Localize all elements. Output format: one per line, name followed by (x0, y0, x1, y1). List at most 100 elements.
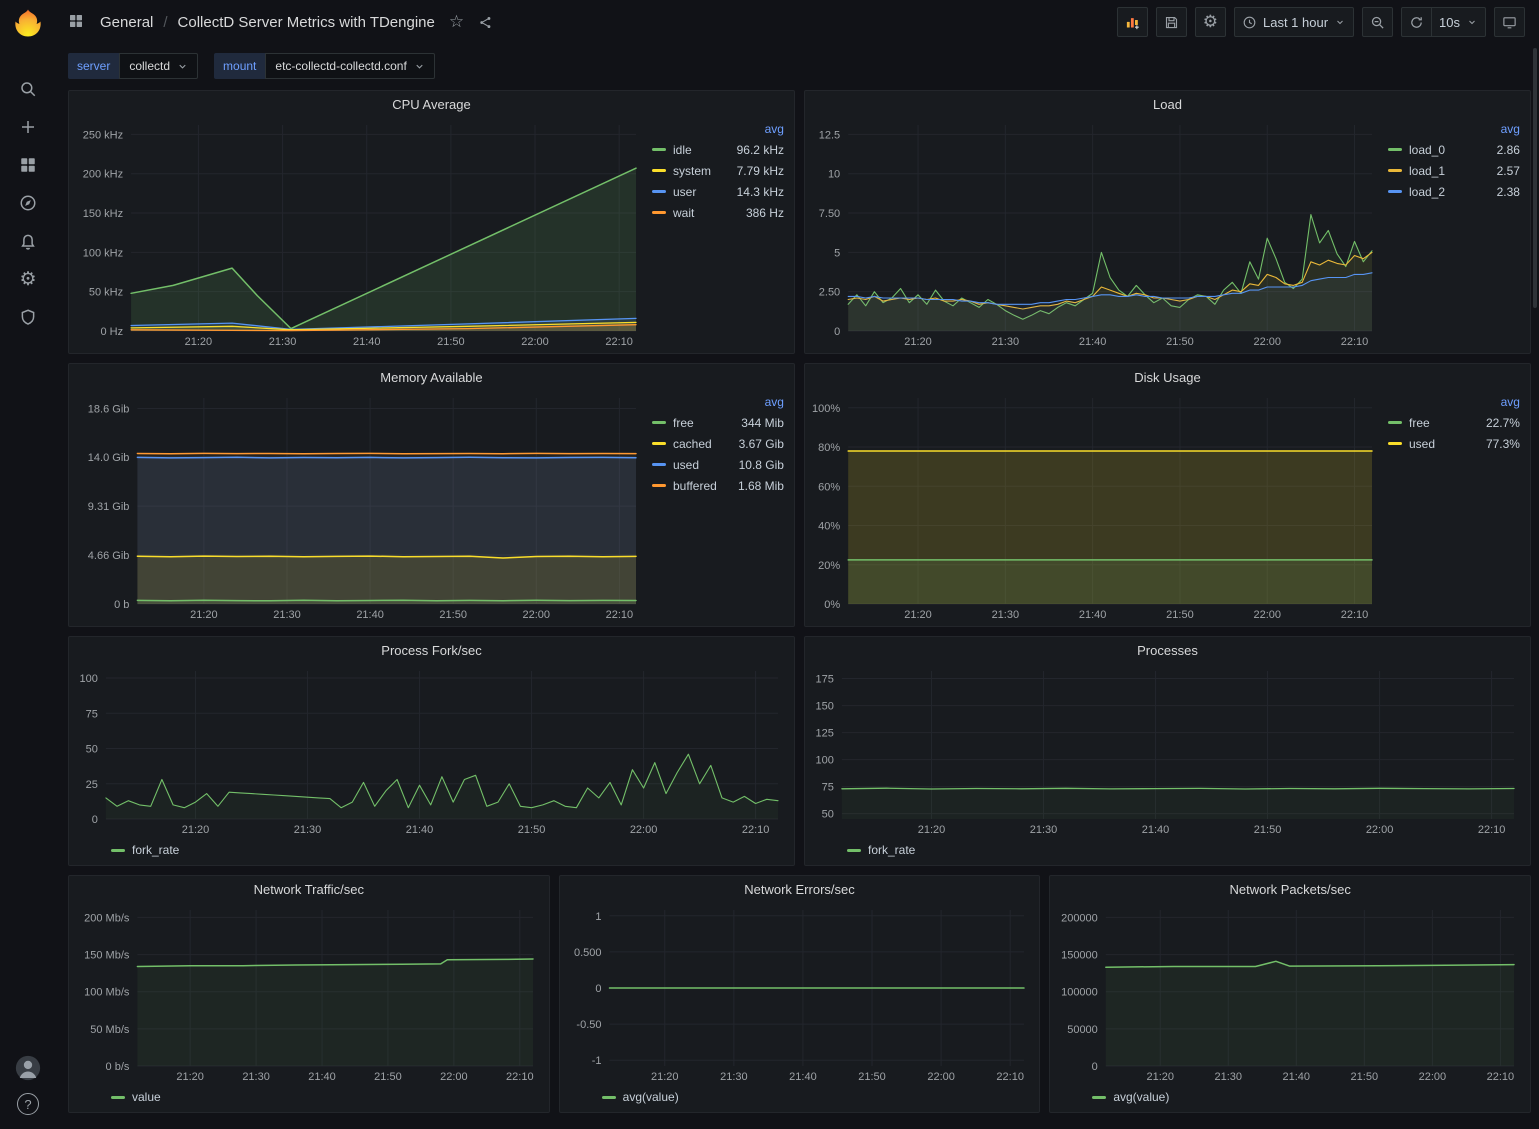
legend-avg-header[interactable]: avg (652, 392, 784, 412)
legend-item-wait[interactable]: wait386 Hz (652, 202, 784, 223)
svg-text:21:40: 21:40 (406, 824, 434, 836)
panel-title[interactable]: Disk Usage (805, 364, 1530, 390)
svg-text:21:20: 21:20 (918, 824, 946, 836)
scrollbar[interactable] (1533, 48, 1537, 308)
time-range-picker[interactable]: Last 1 hour (1234, 7, 1354, 37)
legend-item-avg(value)[interactable]: avg(value) (1092, 1088, 1169, 1106)
variable-value: collectd (129, 59, 170, 73)
legend-avg-header[interactable]: avg (1388, 392, 1520, 412)
svg-text:100: 100 (80, 673, 98, 685)
series-avg-value: 7.79 kHz (737, 164, 784, 178)
explore-compass-icon[interactable] (6, 187, 50, 219)
panel-title[interactable]: Memory Available (69, 364, 794, 390)
variable-mount: mount etc-collectd-collectd.conf (214, 53, 435, 79)
series-color-dash (1092, 1096, 1106, 1099)
refresh-interval-dropdown[interactable]: 10s (1432, 7, 1486, 37)
help-icon[interactable]: ? (17, 1093, 39, 1115)
panel-title[interactable]: Load (805, 91, 1530, 117)
svg-text:150: 150 (816, 701, 834, 713)
series-name: idle (673, 143, 692, 157)
add-panel-button[interactable] (1117, 7, 1148, 37)
dashboard-title[interactable]: CollectD Server Metrics with TDengine (178, 14, 435, 31)
svg-text:22:10: 22:10 (1487, 1071, 1515, 1083)
svg-text:22:10: 22:10 (742, 824, 770, 836)
refresh-icon-button[interactable] (1401, 7, 1432, 37)
breadcrumb-folder[interactable]: General (100, 14, 153, 31)
series-color-dash (1388, 442, 1402, 445)
svg-text:22:10: 22:10 (996, 1071, 1024, 1083)
process-fork-chart[interactable]: 21:2021:3021:4021:5022:0022:100255075100 (73, 663, 788, 839)
configuration-gear-icon[interactable]: ⚙ (6, 263, 50, 295)
star-icon[interactable]: ☆ (449, 12, 464, 32)
tv-mode-button[interactable] (1494, 7, 1525, 37)
zoom-out-button[interactable] (1362, 7, 1393, 37)
variable-label: server (68, 53, 119, 79)
network-errors-chart[interactable]: 21:2021:3021:4021:5022:0022:10-1-0.5000.… (564, 902, 1034, 1086)
alerting-bell-icon[interactable] (6, 225, 50, 257)
dashboard-settings-button[interactable]: ⚙ (1195, 7, 1226, 37)
legend-item-load_1[interactable]: load_12.57 (1388, 160, 1520, 181)
save-dashboard-button[interactable] (1156, 7, 1187, 37)
legend-item-load_2[interactable]: load_22.38 (1388, 181, 1520, 202)
svg-text:200 Mb/s: 200 Mb/s (84, 912, 130, 924)
memory-available-chart[interactable]: 21:2021:3021:4021:5022:0022:100 b4.66 Gi… (73, 390, 646, 624)
panel-title[interactable]: Network Errors/sec (560, 876, 1040, 902)
series-name: load_1 (1409, 164, 1445, 178)
share-icon[interactable] (478, 15, 493, 30)
legend-item-load_0[interactable]: load_02.86 (1388, 139, 1520, 160)
grafana-logo[interactable] (12, 8, 44, 40)
panel-title[interactable]: Processes (805, 637, 1530, 663)
dashboards-icon[interactable] (6, 149, 50, 181)
series-color-dash (1388, 148, 1402, 151)
svg-text:22:10: 22:10 (1341, 609, 1369, 621)
panel-title[interactable]: CPU Average (69, 91, 794, 117)
svg-text:0: 0 (1092, 1061, 1098, 1073)
panel-title[interactable]: Network Traffic/sec (69, 876, 549, 902)
variable-value-dropdown[interactable]: etc-collectd-collectd.conf (265, 53, 434, 79)
series-avg-value: 2.86 (1497, 143, 1520, 157)
legend-item-free[interactable]: free22.7% (1388, 412, 1520, 433)
network-packets-chart[interactable]: 21:2021:3021:4021:5022:0022:100500001000… (1054, 902, 1524, 1086)
legend-avg-header[interactable]: avg (1388, 119, 1520, 139)
panel-title[interactable]: Network Packets/sec (1050, 876, 1530, 902)
series-color-dash (602, 1096, 616, 1099)
legend-item-fork_rate[interactable]: fork_rate (111, 841, 179, 859)
legend-item-system[interactable]: system7.79 kHz (652, 160, 784, 181)
legend-item-avg(value)[interactable]: avg(value) (602, 1088, 679, 1106)
legend-avg-header[interactable]: avg (652, 119, 784, 139)
sidebar-bottom: ? (15, 1055, 41, 1115)
svg-text:25: 25 (86, 779, 98, 791)
server-admin-shield-icon[interactable] (6, 301, 50, 333)
disk-usage-chart[interactable]: 21:2021:3021:4021:5022:0022:100%20%40%60… (809, 390, 1382, 624)
svg-text:200000: 200000 (1061, 912, 1098, 924)
svg-text:21:20: 21:20 (182, 824, 210, 836)
legend-item-fork_rate[interactable]: fork_rate (847, 841, 915, 859)
network-traffic-chart[interactable]: 21:2021:3021:4021:5022:0022:100 b/s50 Mb… (73, 902, 543, 1086)
legend-item-idle[interactable]: idle96.2 kHz (652, 139, 784, 160)
breadcrumb-separator: / (163, 14, 167, 31)
variable-value-dropdown[interactable]: collectd (119, 53, 198, 79)
cpu-average-chart[interactable]: 21:2021:3021:4021:5022:0022:100 Hz50 kHz… (73, 117, 646, 351)
series-name: avg(value) (623, 1090, 679, 1104)
legend-item-cached[interactable]: cached3.67 Gib (652, 433, 784, 454)
svg-text:4.66 Gib: 4.66 Gib (88, 550, 130, 562)
svg-text:10: 10 (828, 169, 840, 181)
panel-title[interactable]: Process Fork/sec (69, 637, 794, 663)
series-name: used (673, 458, 699, 472)
legend-item-value[interactable]: value (111, 1088, 161, 1106)
processes-chart[interactable]: 21:2021:3021:4021:5022:0022:105075100125… (809, 663, 1524, 839)
panel-disk-usage: Disk Usage 21:2021:3021:4021:5022:0022:1… (804, 363, 1531, 627)
svg-text:0: 0 (92, 814, 98, 826)
search-icon[interactable] (6, 73, 50, 105)
svg-text:22:00: 22:00 (630, 824, 658, 836)
svg-text:60%: 60% (818, 481, 840, 493)
legend-item-used[interactable]: used10.8 Gib (652, 454, 784, 475)
legend-item-buffered[interactable]: buffered1.68 Mib (652, 475, 784, 496)
svg-text:80%: 80% (818, 442, 840, 454)
legend-item-free[interactable]: free344 Mib (652, 412, 784, 433)
user-avatar[interactable] (15, 1055, 41, 1081)
legend-item-user[interactable]: user14.3 kHz (652, 181, 784, 202)
create-plus-icon[interactable] (6, 111, 50, 143)
load-chart[interactable]: 21:2021:3021:4021:5022:0022:1002.5057.50… (809, 117, 1382, 351)
legend-item-used[interactable]: used77.3% (1388, 433, 1520, 454)
